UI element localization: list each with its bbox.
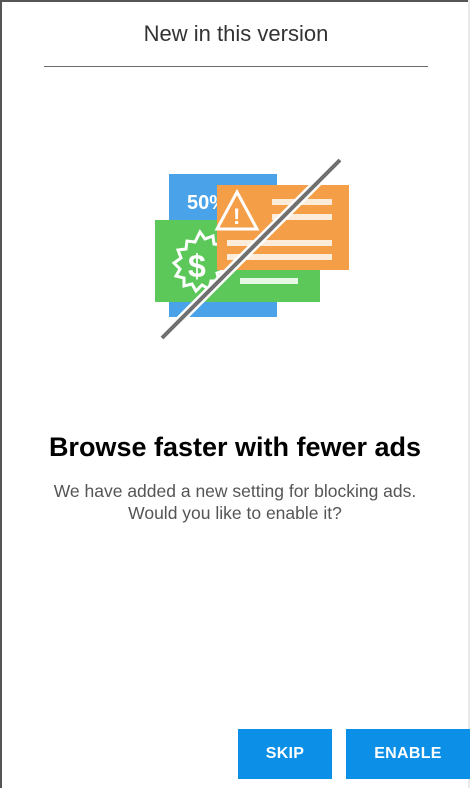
- whats-new-dialog: New in this version 50% $ ! Browse faste…: [0, 0, 470, 788]
- enable-button[interactable]: ENABLE: [346, 729, 470, 779]
- dialog-title: New in this version: [44, 2, 428, 67]
- headline: Browse faster with fewer ads: [48, 432, 422, 462]
- description-text: We have added a new setting for blocking…: [53, 481, 417, 523]
- dollar-symbol: $: [188, 248, 206, 284]
- ad-cards-illustration: 50% $ !: [155, 156, 349, 342]
- warning-symbol: !: [233, 204, 240, 229]
- skip-button[interactable]: SKIP: [238, 729, 332, 779]
